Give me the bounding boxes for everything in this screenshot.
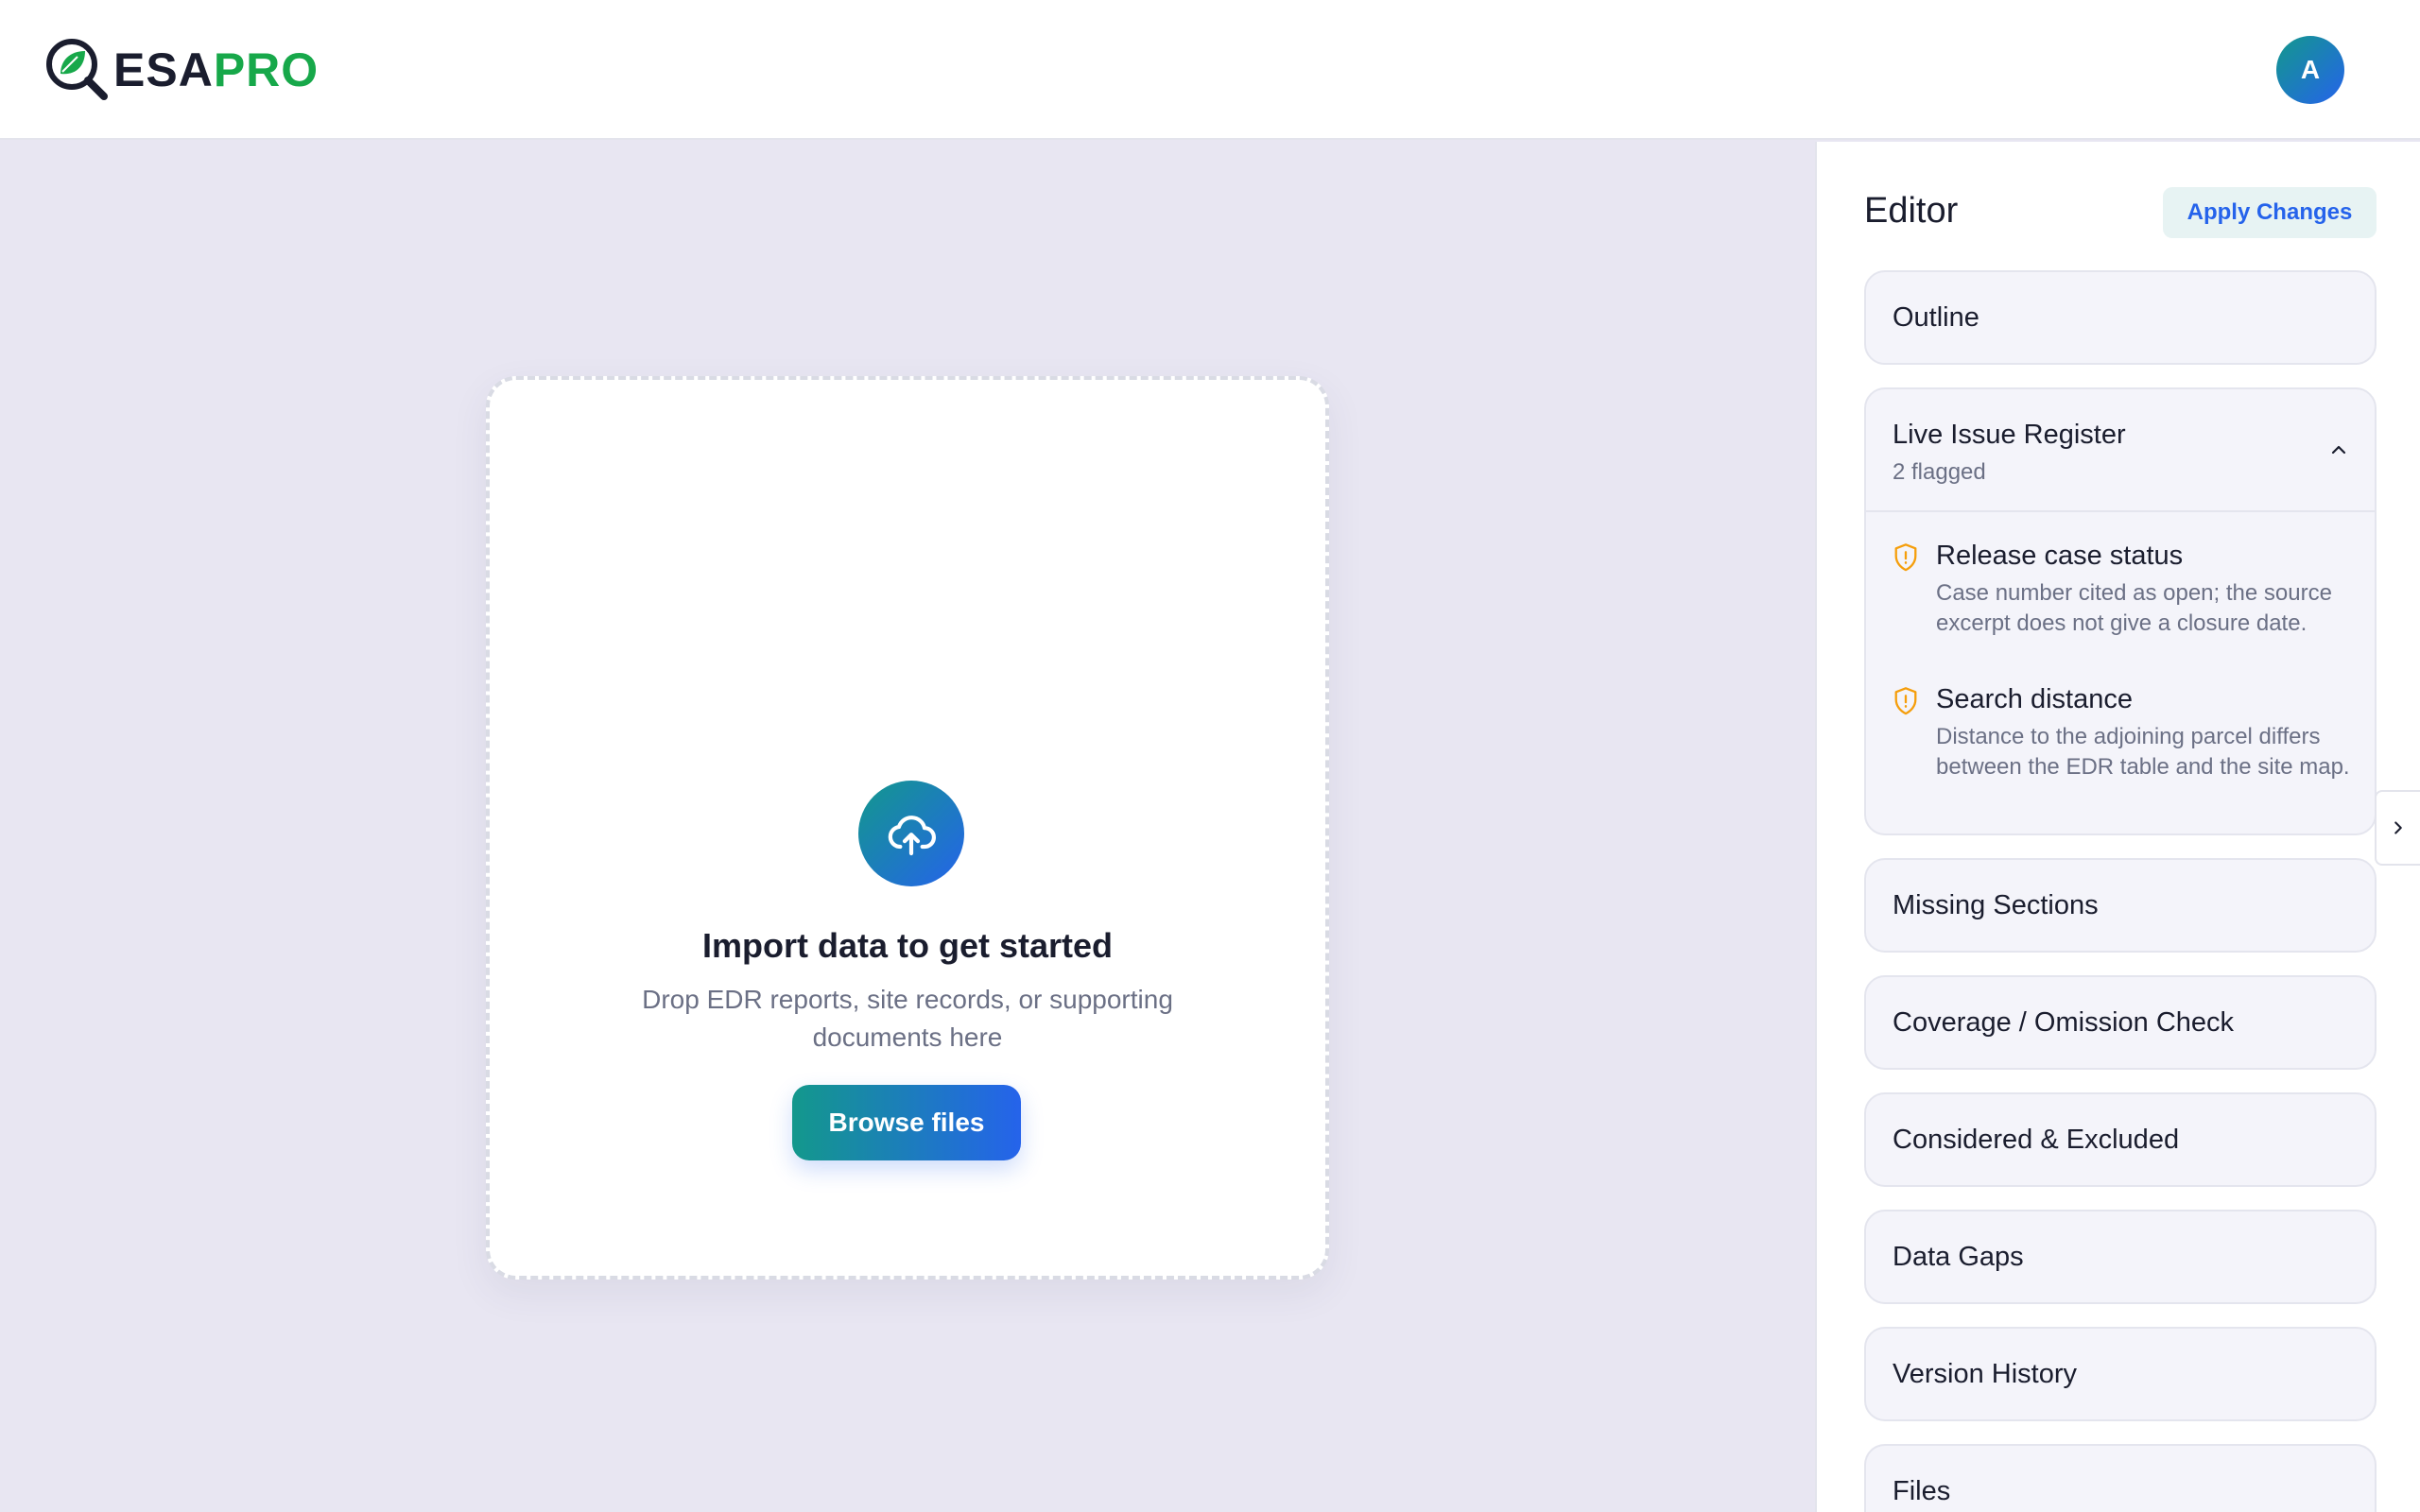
issue-item[interactable]: Release case status Case number cited as… [1893, 541, 2365, 682]
section-data-gaps[interactable]: Data Gaps [1864, 1210, 2377, 1304]
editor-title: Editor [1864, 191, 1959, 231]
issue-description: Case number cited as open; the source ex… [1936, 580, 2332, 636]
section-missing-sections[interactable]: Missing Sections [1864, 858, 2377, 953]
section-files[interactable]: Files [1864, 1444, 2377, 1512]
sidebar-collapse-toggle[interactable] [2375, 790, 2420, 866]
apply-changes-button[interactable]: Apply Changes [2163, 187, 2377, 238]
shield-alert-icon [1894, 543, 1917, 572]
main-content: Import data to get started Drop EDR repo… [0, 142, 1815, 1512]
section-missing-sections-label: Missing Sections [1893, 890, 2099, 920]
issue-description: Distance to the adjoining parcel differs… [1936, 724, 2350, 780]
section-coverage-omission-check[interactable]: Coverage / Omission Check [1864, 975, 2377, 1070]
live-issue-register-header[interactable]: Live Issue Register 2 flagged [1866, 389, 2375, 512]
logo-wordmark: ESAPRO [113, 36, 319, 104]
shield-alert-icon [1894, 687, 1917, 715]
section-coverage-label: Coverage / Omission Check [1893, 1007, 2235, 1038]
section-version-history[interactable]: Version History [1864, 1327, 2377, 1421]
issue-item[interactable]: Search distance Distance to the adjoinin… [1893, 684, 2365, 826]
esapro-logo[interactable]: ESAPRO [43, 36, 319, 104]
logo-text-esa: ESA [113, 43, 214, 96]
section-outline-label: Outline [1893, 302, 1979, 333]
user-avatar[interactable]: A [2276, 36, 2344, 104]
magnifier-leaf-icon [46, 39, 108, 100]
file-dropzone[interactable]: Import data to get started Drop EDR repo… [486, 376, 1329, 1280]
section-outline[interactable]: Outline [1864, 270, 2377, 365]
dropzone-subtitle: Drop EDR reports, site records, or suppo… [642, 985, 1173, 1052]
top-bar: ESAPRO A [0, 0, 2420, 140]
section-live-issue-register: Live Issue Register 2 flagged Release ca… [1864, 387, 2377, 835]
section-considered-label: Considered & Excluded [1893, 1125, 2180, 1155]
section-version-history-label: Version History [1893, 1359, 2078, 1389]
chevron-up-icon[interactable] [2327, 438, 2350, 461]
live-issue-register-title: Live Issue Register [1893, 420, 2126, 450]
section-files-label: Files [1893, 1476, 1951, 1506]
browse-files-button[interactable]: Browse files [792, 1085, 1021, 1160]
flagged-count: 2 flagged [1893, 459, 1986, 485]
issue-title: Release case status [1936, 541, 2184, 571]
section-considered-excluded[interactable]: Considered & Excluded [1864, 1092, 2377, 1187]
editor-sidebar: Editor Apply Changes Outline Live Issue … [1815, 142, 2420, 1512]
chevron-right-icon [2394, 821, 2402, 834]
logo-text-pro: PRO [213, 43, 320, 96]
section-data-gaps-label: Data Gaps [1893, 1242, 2024, 1272]
cloud-upload-icon [858, 781, 964, 886]
issue-title: Search distance [1936, 684, 2133, 714]
dropzone-title: Import data to get started [701, 926, 1114, 965]
